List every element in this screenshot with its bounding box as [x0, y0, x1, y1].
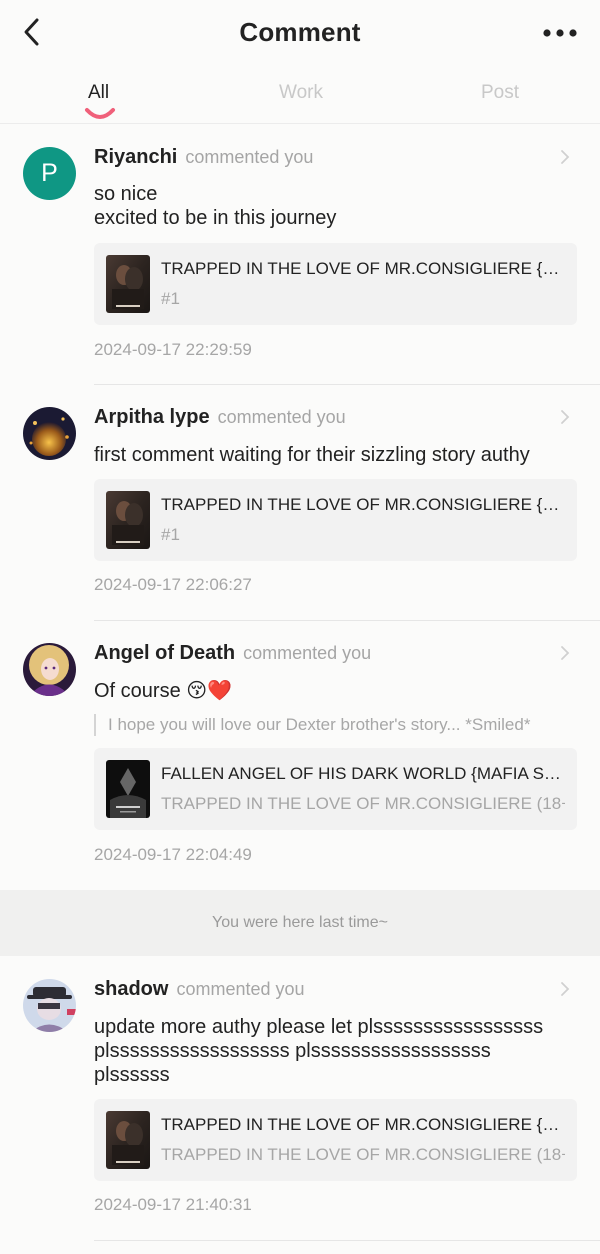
- chevron-right-icon[interactable]: [558, 408, 572, 426]
- active-tab-indicator: [85, 108, 115, 119]
- comment-author[interactable]: Angel of Death commented you: [94, 642, 371, 665]
- chevron-right-icon[interactable]: [558, 644, 572, 662]
- work-title: TRAPPED IN THE LOVE OF MR.CONSIGLIERE {M…: [161, 1115, 561, 1134]
- comment-timestamp: 2024-09-17 22:06:27: [94, 575, 252, 594]
- comment-text: update more authy please let plsssssssss…: [94, 1015, 584, 1087]
- comment-timestamp: 2024-09-17 22:29:59: [94, 340, 252, 359]
- comment-action: commented you: [217, 407, 346, 427]
- chevron-right-icon[interactable]: [558, 980, 572, 998]
- divider: [94, 1240, 600, 1241]
- username: Arpitha lype: [94, 406, 210, 428]
- work-title: TRAPPED IN THE LOVE OF MR.CONSIGLIERE {M…: [161, 495, 561, 514]
- divider: [94, 384, 600, 385]
- work-card[interactable]: TRAPPED IN THE LOVE OF MR.CONSIGLIERE {M…: [94, 479, 577, 561]
- avatar[interactable]: [23, 979, 76, 1032]
- username: Angel of Death: [94, 642, 236, 664]
- comment-timestamp: 2024-09-17 22:04:49: [94, 845, 252, 864]
- comment-action: commented you: [185, 147, 314, 167]
- work-card[interactable]: TRAPPED IN THE LOVE OF MR.CONSIGLIERE {M…: [94, 1099, 577, 1181]
- divider: [94, 620, 600, 621]
- username: Riyanchi: [94, 146, 178, 168]
- avatar[interactable]: [23, 643, 76, 696]
- comment-action: commented you: [243, 643, 372, 663]
- work-subtitle: #1: [161, 289, 180, 308]
- last-visit-text: You were here last time~: [212, 914, 388, 931]
- comment-text-line: first comment waiting for their sizzling…: [94, 444, 530, 466]
- tab-all[interactable]: All: [88, 82, 109, 104]
- book-cover-image: [106, 491, 150, 549]
- username: shadow: [94, 978, 169, 1000]
- book-cover-image: [106, 760, 150, 818]
- avatar[interactable]: [23, 407, 76, 460]
- comment-text-line: plssssss: [94, 1064, 170, 1086]
- tab-work[interactable]: Work: [279, 82, 323, 104]
- comment-action: commented you: [176, 979, 305, 999]
- tab-bar: All Work Post: [0, 66, 600, 124]
- more-horizontal-icon: [543, 29, 577, 37]
- comment-text: so nice excited to be in this journey: [94, 182, 584, 230]
- work-subtitle: TRAPPED IN THE LOVE OF MR.CONSIGLIERE (1…: [161, 1145, 565, 1164]
- more-options-button[interactable]: [540, 22, 580, 44]
- last-visit-separator: You were here last time~: [0, 890, 600, 956]
- work-card[interactable]: TRAPPED IN THE LOVE OF MR.CONSIGLIERE {M…: [94, 243, 577, 325]
- chevron-right-icon[interactable]: [558, 148, 572, 166]
- work-subtitle: #1: [161, 525, 180, 544]
- comment-author[interactable]: Riyanchi commented you: [94, 146, 313, 169]
- comment-text-line: so nice: [94, 183, 158, 205]
- comment-text: Of course 😚❤️: [94, 680, 233, 702]
- book-cover-image: [106, 1111, 150, 1169]
- comment-text: first comment waiting for their sizzling…: [94, 443, 584, 467]
- work-subtitle: TRAPPED IN THE LOVE OF MR.CONSIGLIERE (1…: [161, 794, 565, 813]
- comment-author[interactable]: shadow commented you: [94, 978, 305, 1001]
- header-bar: Comment: [0, 0, 600, 66]
- avatar-letter: P: [23, 147, 76, 200]
- book-cover-image: [106, 255, 150, 313]
- comment-timestamp: 2024-09-17 21:40:31: [94, 1195, 252, 1214]
- work-card[interactable]: FALLEN ANGEL OF HIS DARK WORLD {MAFIA SE…: [94, 748, 577, 830]
- comment-text-line: excited to be in this journey: [94, 207, 337, 229]
- quoted-reply: I hope you will love our Dexter brother'…: [94, 714, 584, 736]
- tab-post[interactable]: Post: [481, 82, 519, 104]
- work-title: FALLEN ANGEL OF HIS DARK WORLD {MAFIA SE…: [161, 764, 561, 783]
- comment-author[interactable]: Arpitha lype commented you: [94, 406, 346, 429]
- page-title: Comment: [239, 17, 361, 47]
- comment-text-line: plssssssssssssssssss plsssssssssssssssss…: [94, 1040, 491, 1062]
- comment-text-line: update more authy please let plsssssssss…: [94, 1016, 544, 1038]
- work-title: TRAPPED IN THE LOVE OF MR.CONSIGLIERE {M…: [161, 259, 561, 278]
- avatar[interactable]: P: [23, 147, 76, 200]
